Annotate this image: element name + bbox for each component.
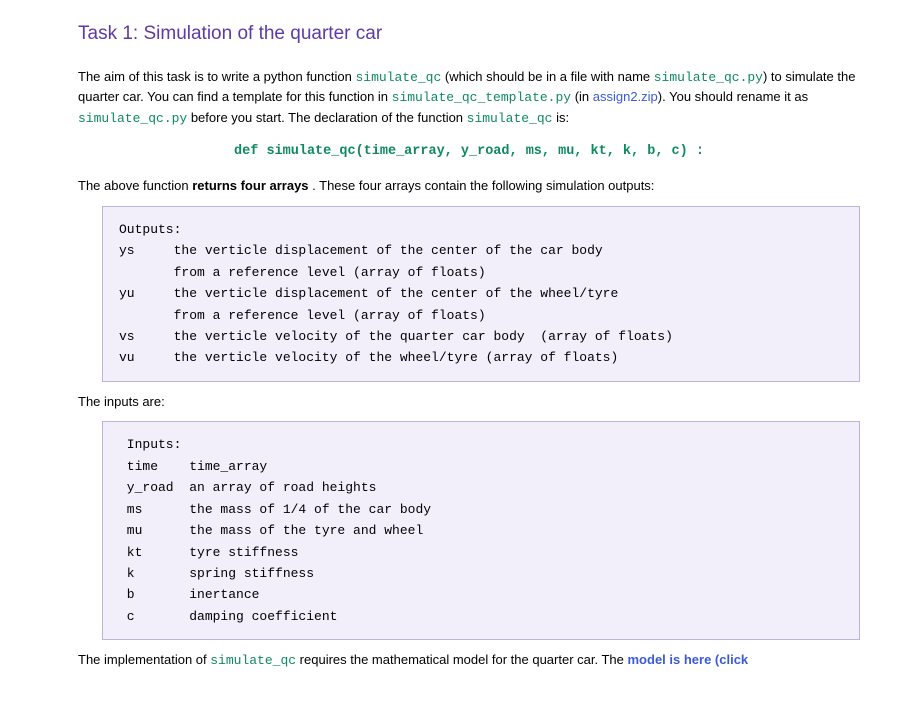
code-simulate-qc-py-2: simulate_qc.py bbox=[78, 111, 187, 126]
text: (which should be in a file with name bbox=[441, 69, 653, 84]
code-simulate-qc: simulate_qc bbox=[355, 70, 441, 85]
intro-paragraph: The aim of this task is to write a pytho… bbox=[78, 67, 860, 129]
outputs-code-block: Outputs: ys the verticle displacement of… bbox=[102, 206, 860, 382]
inputs-label: The inputs are: bbox=[78, 392, 860, 412]
task-heading: Task 1: Simulation of the quarter car bbox=[78, 20, 860, 49]
text: requires the mathematical model for the … bbox=[296, 652, 627, 667]
document-container: Task 1: Simulation of the quarter car Th… bbox=[0, 0, 900, 671]
text: The aim of this task is to write a pytho… bbox=[78, 69, 355, 84]
model-link[interactable]: model is here (click bbox=[628, 652, 749, 667]
text: The implementation of bbox=[78, 652, 210, 667]
code-simulate-qc-py: simulate_qc.py bbox=[654, 70, 763, 85]
returns-paragraph: The above function returns four arrays .… bbox=[78, 176, 860, 196]
text: before you start. The declaration of the… bbox=[187, 110, 466, 125]
text: is: bbox=[552, 110, 569, 125]
text: The above function bbox=[78, 178, 192, 193]
code-template-py: simulate_qc_template.py bbox=[392, 90, 571, 105]
text: ). You should rename it as bbox=[658, 89, 808, 104]
implementation-paragraph: The implementation of simulate_qc requir… bbox=[78, 650, 860, 671]
code-simulate-qc-2: simulate_qc bbox=[467, 111, 553, 126]
returns-four-arrays: returns four arrays bbox=[192, 178, 308, 193]
assign2-zip-link[interactable]: assign2.zip bbox=[593, 89, 658, 104]
text: (in bbox=[571, 89, 593, 104]
text: . These four arrays contain the followin… bbox=[309, 178, 655, 193]
code-simulate-qc-3: simulate_qc bbox=[210, 653, 296, 668]
inputs-code-block: Inputs: time time_array y_road an array … bbox=[102, 421, 860, 640]
function-signature: def simulate_qc(time_array, y_road, ms, … bbox=[78, 142, 860, 162]
